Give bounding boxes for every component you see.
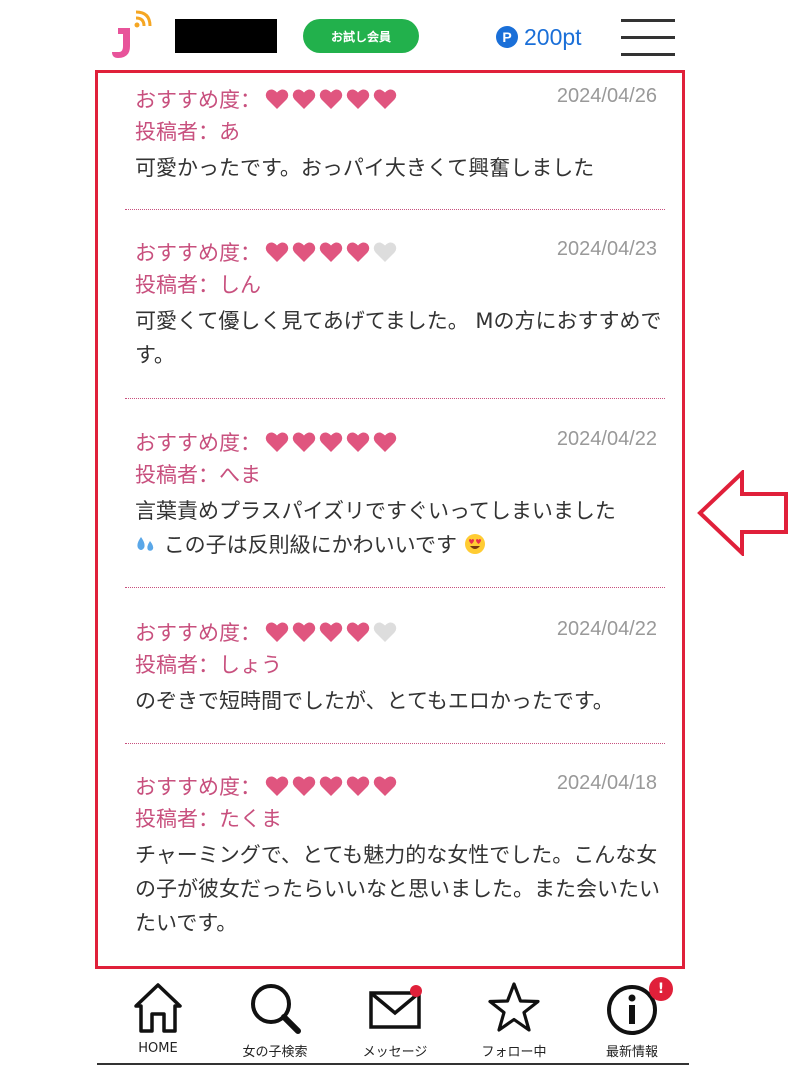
review-list: おすすめ度： 2024/04/26 投稿者：あ 可愛かったです。おっパイ大きくて… <box>95 70 685 969</box>
points-display[interactable]: P 200pt <box>496 22 582 52</box>
trial-member-badge[interactable]: お試し会員 <box>303 19 419 53</box>
heart-icon <box>373 89 397 109</box>
review-author: 投稿者：あ <box>135 120 240 144</box>
logo-icon[interactable] <box>108 8 156 62</box>
rating-label: おすすめ度： <box>135 241 261 265</box>
review-body: チャーミングで、とても魅力的な女性でした。こんな女の子が彼女だったらいいなと思い… <box>135 843 660 935</box>
review-body: 可愛くて優しく見てあげてました。 Mの方におすすめです。 <box>135 309 662 367</box>
heart-icon <box>346 432 370 452</box>
heart-icon <box>292 242 316 262</box>
rating-hearts <box>265 775 397 797</box>
review-author: 投稿者：しん <box>135 273 261 297</box>
heart-icon <box>319 622 343 642</box>
review-date: 2024/04/23 <box>556 238 657 260</box>
heart-icon <box>265 622 289 642</box>
review-divider <box>125 587 665 588</box>
review-divider <box>125 209 665 210</box>
review-body: のぞきで短時間でしたが、とてもエロかったです。 <box>135 689 614 713</box>
heart-icon <box>292 622 316 642</box>
review-author: 投稿者：しょう <box>135 653 282 677</box>
nav-message-label: メッセージ <box>362 1045 428 1060</box>
heart-icon <box>319 89 343 109</box>
review-body: 可愛かったです。おっパイ大きくて興奮しました <box>135 156 595 180</box>
review-item: おすすめ度： 2024/04/23 投稿者：しん 可愛くて優しく見てあげてました… <box>135 236 665 372</box>
nav-follow-label: フォロー中 <box>481 1045 547 1060</box>
mail-icon <box>369 985 422 1029</box>
review-body-line: 言葉責めプラスパイズリですぐいってしまいました <box>135 499 616 523</box>
review-date: 2024/04/22 <box>556 618 657 640</box>
review-divider <box>125 398 665 399</box>
heart-icon <box>292 89 316 109</box>
star-icon <box>488 982 540 1032</box>
heart-icon <box>373 242 397 262</box>
sweat-drops-emoji <box>135 531 157 553</box>
nav-message[interactable]: メッセージ <box>340 981 450 1061</box>
hamburger-menu-icon[interactable] <box>621 19 675 56</box>
heart-icon <box>319 432 343 452</box>
bottom-navigation: HOME 女の子検索 メッセージ フォロー中 最新情報 ! <box>95 975 690 1065</box>
heart-icon <box>373 776 397 796</box>
review-divider <box>125 743 665 744</box>
review-date: 2024/04/22 <box>556 428 657 450</box>
review-body: 言葉責めプラスパイズリですぐいってしまいました この子は反則級にかわいいです <box>135 494 665 562</box>
home-icon <box>134 983 182 1033</box>
heart-icon <box>346 622 370 642</box>
review-author: 投稿者：たくま <box>135 807 282 831</box>
nav-home[interactable]: HOME <box>103 981 213 1061</box>
heart-icon <box>373 432 397 452</box>
review-item: おすすめ度： 2024/04/22 投稿者：へま 言葉責めプラスパイズリですぐい… <box>135 426 665 562</box>
nav-news-label: 最新情報 <box>605 1045 658 1060</box>
rating-label: おすすめ度： <box>135 88 261 112</box>
rating-hearts <box>265 88 397 110</box>
heart-icon <box>265 776 289 796</box>
rating-hearts <box>265 431 397 453</box>
heart-icon <box>292 432 316 452</box>
left-arrow-icon <box>697 468 789 558</box>
nav-bottom-border <box>97 1063 689 1065</box>
rating-hearts <box>265 241 397 263</box>
search-icon <box>251 984 301 1034</box>
review-item: おすすめ度： 2024/04/18 投稿者：たくま チャーミングで、とても魅力的… <box>135 770 665 940</box>
heart-eyes-emoji <box>464 531 486 554</box>
heart-icon <box>346 89 370 109</box>
redacted-name-block <box>175 19 277 53</box>
rating-label: おすすめ度： <box>135 621 261 645</box>
nav-news[interactable]: 最新情報 ! <box>577 977 687 1061</box>
heart-icon <box>265 242 289 262</box>
heart-icon <box>265 432 289 452</box>
review-date: 2024/04/26 <box>556 85 657 107</box>
nav-search-label: 女の子検索 <box>242 1045 308 1060</box>
review-body-line: この子は反則級にかわいいです <box>163 533 458 557</box>
heart-icon <box>319 776 343 796</box>
review-item: おすすめ度： 2024/04/22 投稿者：しょう のぞきで短時間でしたが、とて… <box>135 616 665 718</box>
nav-follow[interactable]: フォロー中 <box>459 981 569 1061</box>
rating-hearts <box>265 621 397 643</box>
heart-icon <box>346 242 370 262</box>
review-author: 投稿者：へま <box>135 463 261 487</box>
review-date: 2024/04/18 <box>556 772 657 794</box>
rating-label: おすすめ度： <box>135 431 261 455</box>
heart-icon <box>319 242 343 262</box>
heart-icon <box>346 776 370 796</box>
heart-icon <box>373 622 397 642</box>
points-value: 200pt <box>524 23 582 50</box>
rating-label: おすすめ度： <box>135 775 261 799</box>
points-icon: P <box>496 26 518 48</box>
nav-search[interactable]: 女の子検索 <box>220 981 330 1061</box>
heart-icon <box>292 776 316 796</box>
nav-home-label: HOME <box>138 1041 178 1056</box>
heart-icon <box>265 89 289 109</box>
app-header: お試し会員 P 200pt <box>0 0 800 72</box>
review-item: おすすめ度： 2024/04/26 投稿者：あ 可愛かったです。おっパイ大きくて… <box>135 83 665 185</box>
notification-badge: ! <box>649 977 673 1001</box>
